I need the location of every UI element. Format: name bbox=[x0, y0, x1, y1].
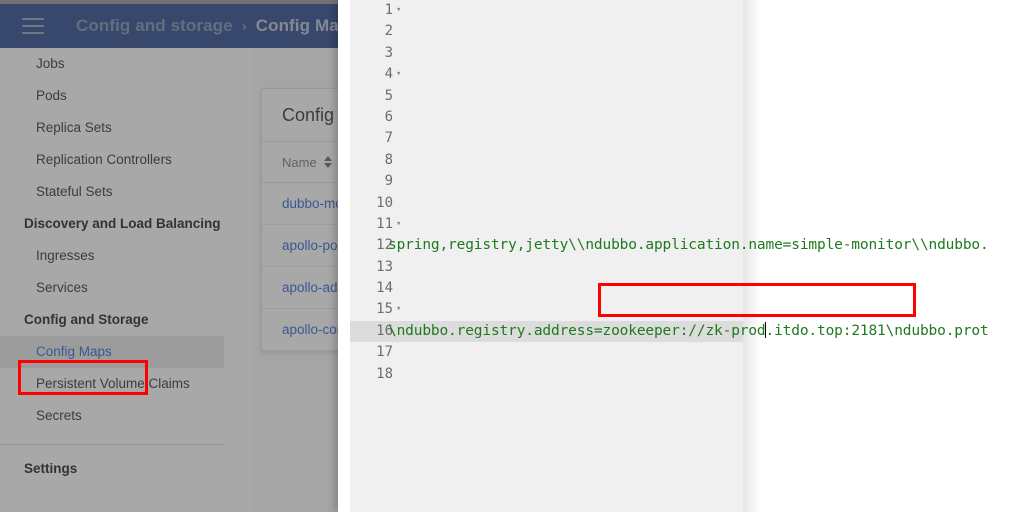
column-header-name-label: Name bbox=[282, 154, 317, 170]
editor-line[interactable]: 16 \ndubbo.registry.address=zookeeper://z… bbox=[338, 320, 1013, 343]
line-number: 7 bbox=[384, 130, 393, 147]
line-number: 15 bbox=[376, 301, 393, 318]
fold-arrow-icon[interactable]: ▾ bbox=[396, 64, 406, 85]
editor-line[interactable]: 15 ▾ bbox=[338, 299, 1013, 320]
line-number: 17 bbox=[376, 344, 393, 361]
sidebar-nav: Jobs Pods Replica Sets Replication Controll… bbox=[0, 48, 253, 512]
sidebar-item-label: Replica Sets bbox=[36, 120, 112, 135]
sidebar-item-secrets[interactable]: Secrets bbox=[0, 400, 253, 432]
line-number: 4 bbox=[384, 66, 393, 83]
editor-line[interactable]: 11 ▾ bbox=[338, 214, 1013, 235]
editor-line[interactable]: 4 ▾ bbox=[338, 64, 1013, 85]
sidebar-item-persistent-volume-claims[interactable]: Persistent Volume Claims bbox=[0, 368, 253, 400]
sidebar-item-pods[interactable]: Pods bbox=[0, 80, 253, 112]
column-header-name[interactable]: Name bbox=[282, 155, 332, 170]
editor-line[interactable]: 14 bbox=[338, 278, 1013, 299]
sidebar-item-replication-controllers[interactable]: Replication Controllers bbox=[0, 144, 253, 176]
line-number: 14 bbox=[376, 280, 393, 297]
line-number: 18 bbox=[376, 365, 393, 382]
line-number: 13 bbox=[376, 258, 393, 275]
code-text[interactable]: \ndubbo.registry.address=zookeeper://zk-… bbox=[388, 321, 989, 342]
editor-line[interactable]: 1 ▾ bbox=[338, 0, 1013, 21]
line-number: 9 bbox=[384, 173, 393, 190]
sidebar-item-ingresses[interactable]: Ingresses bbox=[0, 240, 253, 272]
editor-line[interactable]: 3 bbox=[338, 43, 1013, 64]
editor-line[interactable]: 18 bbox=[338, 364, 1013, 385]
sidebar-item-jobs[interactable]: Jobs bbox=[0, 48, 253, 80]
sidebar-section-config-and-storage: Config and Storage bbox=[24, 312, 149, 327]
line-number: 11 bbox=[376, 215, 393, 232]
chevron-right-icon: › bbox=[241, 17, 247, 35]
line-number: 5 bbox=[384, 87, 393, 104]
code-text[interactable]: spring,registry,jetty\\ndubbo.applicatio… bbox=[388, 235, 989, 256]
line-number: 2 bbox=[384, 23, 393, 40]
sidebar-item-label: Replication Controllers bbox=[36, 152, 172, 167]
line-number: 16 bbox=[376, 322, 393, 339]
sidebar-item-label: Stateful Sets bbox=[36, 184, 113, 199]
line-number: 12 bbox=[376, 237, 393, 254]
line-number: 3 bbox=[384, 44, 393, 61]
sidebar-section-settings: Settings bbox=[24, 461, 78, 476]
sidebar-item-stateful-sets[interactable]: Stateful Sets bbox=[0, 176, 253, 208]
sidebar-item-config-maps[interactable]: Config Maps bbox=[0, 336, 224, 368]
sidebar-item-label: Ingresses bbox=[36, 248, 95, 263]
editor-line[interactable]: 8 bbox=[338, 150, 1013, 171]
editor-line[interactable]: 6 bbox=[338, 107, 1013, 128]
config-editor-panel: 1 ▾ 2 3 4 ▾ 5 6 7 8 9 10 11 ▾ 12 spring,registry,jetty\… bbox=[338, 0, 1013, 512]
sidebar-item-label: Services bbox=[36, 280, 88, 295]
line-number: 6 bbox=[384, 108, 393, 125]
breadcrumb-parent[interactable]: Config and storage bbox=[76, 16, 233, 36]
line-number: 1 bbox=[384, 2, 393, 18]
sidebar-item-label: Persistent Volume Claims bbox=[36, 376, 190, 391]
fold-arrow-icon[interactable]: ▾ bbox=[396, 0, 406, 21]
editor-line[interactable]: 5 bbox=[338, 86, 1013, 107]
sidebar-item-label: Pods bbox=[36, 88, 67, 103]
editor-code-area[interactable]: 1 ▾ 2 3 4 ▾ 5 6 7 8 9 10 11 ▾ 12 spring,registry,jetty\… bbox=[338, 0, 1013, 512]
editor-line[interactable]: 12 spring,registry,jetty\\ndubbo.applicat… bbox=[338, 235, 1013, 256]
sort-arrows-icon[interactable] bbox=[323, 156, 332, 168]
fold-arrow-icon[interactable]: ▾ bbox=[396, 299, 406, 320]
sidebar-section-discovery-and-load-balancing: Discovery and Load Balancing bbox=[24, 216, 221, 231]
hamburger-menu-icon[interactable] bbox=[22, 18, 44, 34]
editor-line[interactable]: 10 bbox=[338, 193, 1013, 214]
sidebar-item-services[interactable]: Services bbox=[0, 272, 253, 304]
sidebar-item-replica-sets[interactable]: Replica Sets bbox=[0, 112, 253, 144]
line-number: 10 bbox=[376, 194, 393, 211]
fold-arrow-icon[interactable]: ▾ bbox=[396, 214, 406, 235]
sidebar-item-label: Secrets bbox=[36, 408, 82, 423]
editor-line[interactable]: 17 bbox=[338, 342, 1013, 363]
editor-line[interactable]: 7 bbox=[338, 128, 1013, 149]
sidebar-item-label: Jobs bbox=[36, 56, 65, 71]
editor-line[interactable]: 13 bbox=[338, 257, 1013, 278]
editor-line[interactable]: 9 bbox=[338, 171, 1013, 192]
line-number: 8 bbox=[384, 151, 393, 168]
editor-line[interactable]: 2 bbox=[338, 21, 1013, 42]
sidebar-item-label: Config Maps bbox=[36, 344, 112, 359]
text-cursor bbox=[765, 321, 767, 338]
breadcrumb: Config and storage › Config Maps bbox=[76, 16, 359, 36]
